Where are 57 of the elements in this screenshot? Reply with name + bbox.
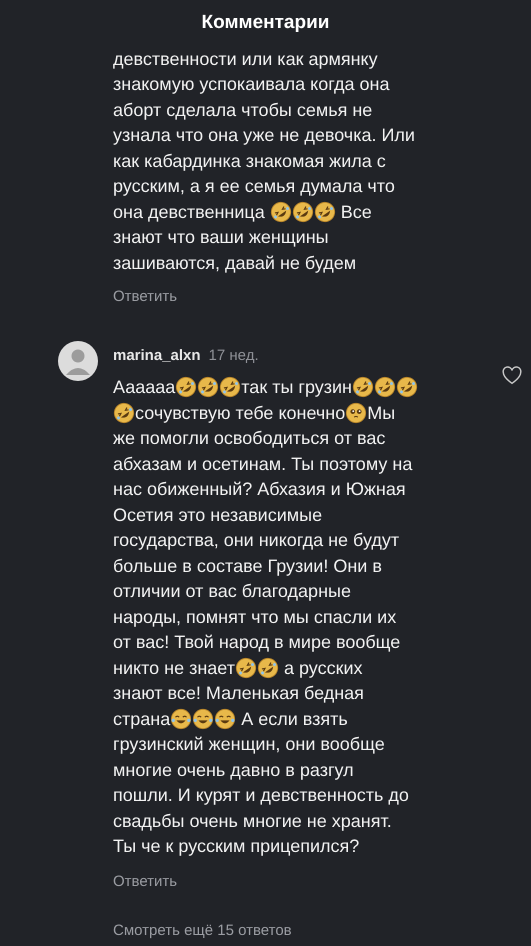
rolling-laughing-emoji-icon <box>314 200 336 223</box>
comment-text: так ты грузин <box>241 376 352 400</box>
comment-text: сочувствую тебе конечно <box>135 402 346 425</box>
comment-text: же помогли освободиться от вас <box>113 427 386 450</box>
rolling-laughing-emoji-icon <box>219 376 242 398</box>
view-more-replies-link[interactable]: Смотреть ещё 15 ответов <box>113 920 292 942</box>
comment-text: страна <box>113 708 170 731</box>
username[interactable]: marina_alxn <box>113 344 201 367</box>
pleading-face-emoji-icon <box>345 402 368 424</box>
comment-text: грузинский женщин, они вообще <box>113 733 385 756</box>
comment-text: отличии от вас благодарные <box>113 580 351 604</box>
comment-text: девственности или как армянку <box>113 48 378 71</box>
comment-text: пошли. И курят и девственность до <box>113 784 409 808</box>
rolling-laughing-emoji-icon <box>256 656 279 679</box>
comment-text: а русских <box>282 656 363 680</box>
rolling-laughing-emoji-icon <box>396 376 418 398</box>
avatar-icon <box>58 340 98 380</box>
like-button[interactable] <box>501 364 523 386</box>
laughing-tears-emoji-icon <box>170 708 192 730</box>
comment-text: Осетия это независимые <box>113 504 322 527</box>
rolling-laughing-emoji-icon <box>197 376 220 398</box>
comment-text: Ты че к русским прицепился? <box>113 835 360 858</box>
rolling-laughing-emoji-icon <box>234 656 257 679</box>
comment-text: абхазам и осетинам. Ты поэтому на <box>113 452 412 476</box>
comment-text: А если взять <box>240 708 348 731</box>
laughing-tears-emoji-icon <box>214 708 236 730</box>
comment-text: Мы <box>367 402 396 425</box>
reply-link[interactable]: Ответить <box>113 286 178 308</box>
comment-text: от вас! Твой народ в мире вообще <box>113 631 400 654</box>
comment-text: знают все! Маленькая бедная <box>113 682 364 706</box>
reply-link[interactable]: Ответить <box>113 871 178 894</box>
page-title: Комментарии <box>202 10 330 35</box>
comment-text: зашиваются, давай не будем <box>113 252 356 275</box>
rolling-laughing-emoji-icon <box>352 376 374 398</box>
comment-text: свадьбы очень многие не хранят. <box>113 810 392 833</box>
comment-text: народы, помнят что мы спасли их <box>113 606 396 629</box>
rolling-laughing-emoji-icon <box>374 376 396 398</box>
rolling-laughing-emoji-icon <box>113 402 135 424</box>
comment-text: узнала что она уже не девочка. Или <box>113 124 415 148</box>
comment-text: русским, а я ее семья думала что <box>113 175 395 198</box>
comment-text: аборт сделала чтобы семья не <box>113 98 372 122</box>
comment-text: она девственница <box>113 200 266 224</box>
comment-text: знакомую успокаивала когда она <box>113 73 390 96</box>
comment-text: государства, они никогда не будут <box>113 529 400 552</box>
comment-text: Аааааа <box>113 376 176 400</box>
comment-text: знают что ваши женщины <box>113 226 329 250</box>
comment-text: как кабардинка знакомая жила с <box>113 150 386 173</box>
rolling-laughing-emoji-icon <box>292 200 314 223</box>
comment-text: больше в составе Грузии! Они в <box>113 554 382 578</box>
comment-text: Все <box>340 200 372 224</box>
rolling-laughing-emoji-icon <box>270 200 292 223</box>
comment-time: 17 нед. <box>208 346 259 366</box>
laughing-tears-emoji-icon <box>192 708 214 730</box>
comment-text: никто не знает <box>113 656 235 680</box>
comment-text: многие очень давно в разгул <box>113 758 354 782</box>
rolling-laughing-emoji-icon <box>175 376 198 398</box>
comment-text: нас обиженный? Абхазия и Южная <box>113 478 406 502</box>
